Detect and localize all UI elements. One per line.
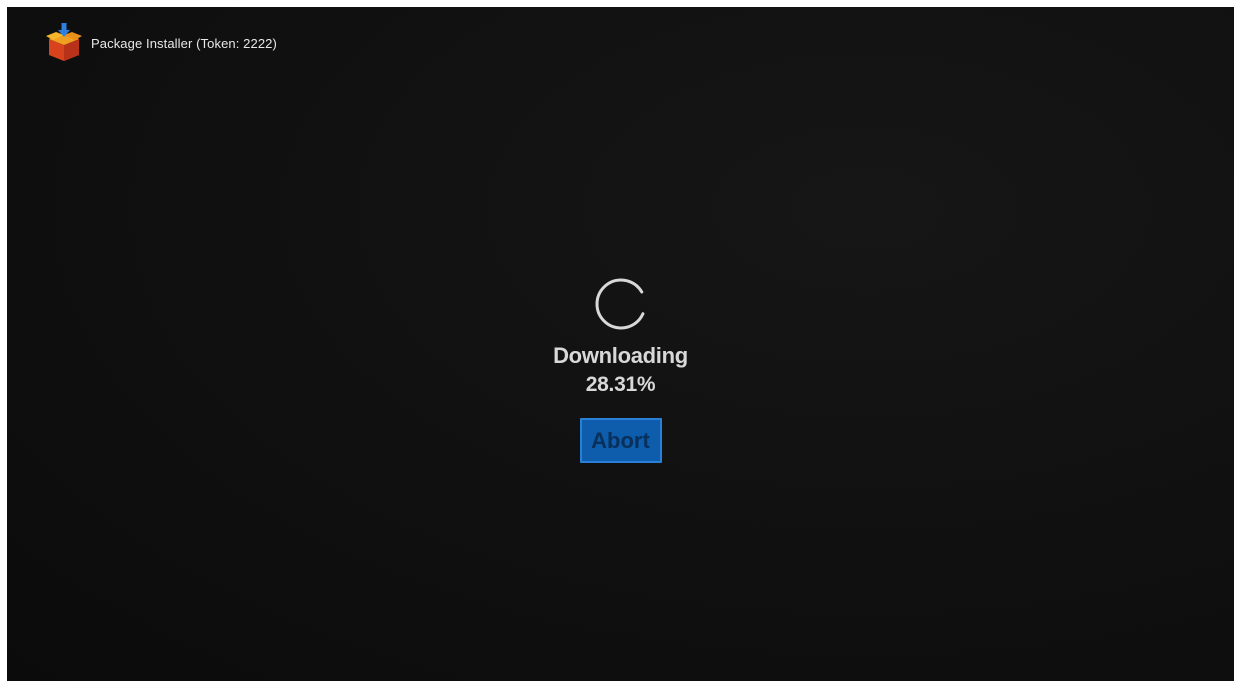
download-progress-percent: 28.31% [585,373,656,396]
installer-screen: Package Installer (Token: 2222) Download… [7,7,1234,681]
download-panel: Downloading 28.31% Abort [7,275,1234,463]
abort-button[interactable]: Abort [579,418,662,463]
download-status-label: Downloading [553,343,688,368]
loading-spinner-icon [595,278,646,330]
package-box-icon [46,23,82,61]
app-header: Package Installer (Token: 2222) [43,23,277,63]
window-title: Package Installer (Token: 2222) [91,35,277,51]
